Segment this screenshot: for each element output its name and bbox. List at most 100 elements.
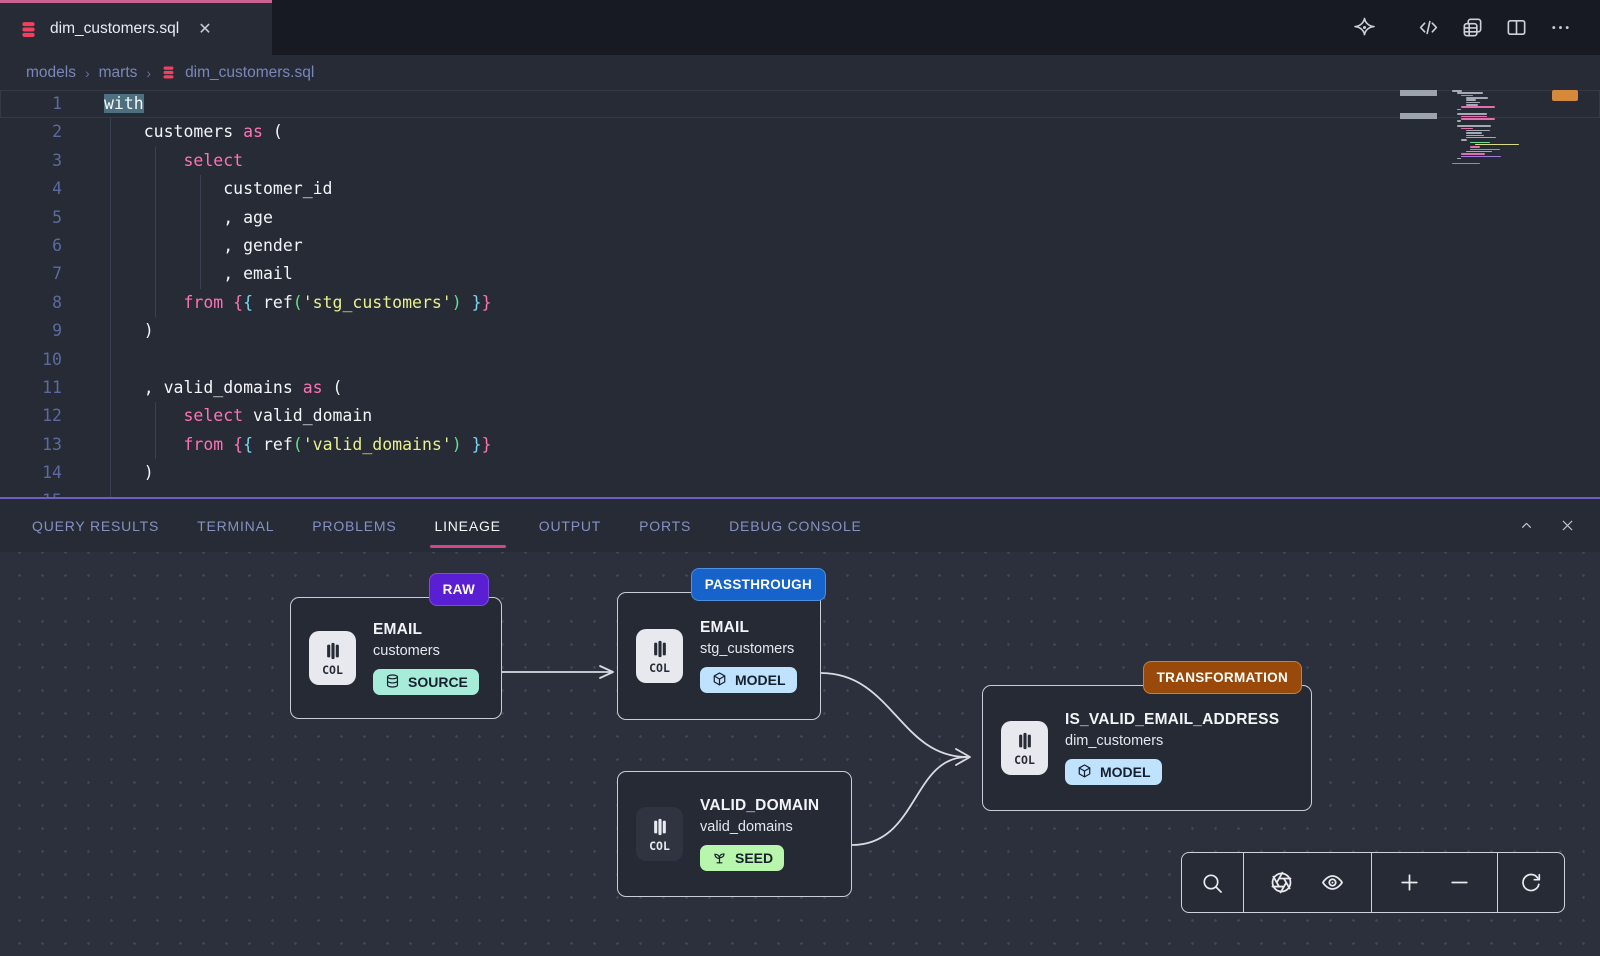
panel-actions — [1518, 517, 1576, 534]
line-number: 2 — [0, 118, 62, 146]
tab-dim-customers-sql[interactable]: dim_customers.sql ✕ — [0, 0, 272, 55]
col-label: COL — [1014, 753, 1035, 767]
code-text: , gender — [62, 232, 303, 260]
line-number: 6 — [0, 232, 62, 260]
line-number: 9 — [0, 317, 62, 345]
lineage-node-customers[interactable]: RAWCOLEMAILcustomersSOURCE — [290, 597, 502, 719]
node-body: VALID_DOMAIN valid_domains SEED — [700, 797, 819, 871]
editor-actions — [1353, 0, 1600, 55]
line-number: 15 — [0, 487, 62, 497]
code-text: customers as ( — [62, 118, 283, 146]
editor-tab-bar: dim_customers.sql ✕ — [0, 0, 1600, 55]
code-line: 10 — [0, 346, 1600, 374]
code-text: , email — [62, 260, 293, 288]
line-number: 8 — [0, 289, 62, 317]
line-number: 12 — [0, 402, 62, 430]
code-line: 13 from {{ ref('valid_domains') }} — [0, 431, 1600, 459]
columns-icon — [322, 640, 344, 662]
minimap[interactable] — [1448, 90, 1552, 174]
node-body: IS_VALID_EMAIL_ADDRESSdim_customersMODEL — [1065, 711, 1279, 785]
code-line: 11 , valid_domains as ( — [0, 374, 1600, 402]
dbt-logo-icon[interactable] — [1353, 16, 1376, 39]
split-editor-icon[interactable] — [1505, 16, 1528, 39]
table-name: dim_customers — [1065, 733, 1279, 749]
aperture-icon[interactable] — [1269, 870, 1294, 895]
panel-tab-terminal[interactable]: TERMINAL — [197, 499, 274, 552]
line-number: 4 — [0, 175, 62, 203]
line-number: 1 — [0, 90, 62, 118]
code-line: 6 , gender — [0, 232, 1600, 260]
code-text: , age — [62, 204, 273, 232]
code-icon[interactable] — [1417, 16, 1440, 39]
breadcrumb-label: marts — [99, 64, 138, 82]
preview-table-icon[interactable] — [1461, 16, 1484, 39]
panel-tab-output[interactable]: OUTPUT — [539, 499, 601, 552]
chevron-up-icon[interactable] — [1518, 517, 1535, 534]
edge-seed-to-dim — [852, 757, 967, 845]
columns-icon — [649, 638, 671, 660]
materialization-badge-seed[interactable]: SEED — [700, 845, 784, 871]
code-text: select — [62, 147, 243, 175]
database-icon — [160, 64, 177, 81]
edge-arrowhead — [600, 666, 613, 678]
search-icon[interactable] — [1200, 871, 1224, 895]
column-name: VALID_DOMAIN — [700, 797, 819, 815]
lineage-node-stg_customers[interactable]: PASSTHROUGHCOLEMAILstg_customersMODEL — [617, 592, 821, 720]
col-label: COL — [649, 839, 670, 853]
overview-ruler-mark — [1400, 113, 1437, 119]
line-number: 14 — [0, 459, 62, 487]
close-icon[interactable] — [1559, 517, 1576, 534]
panel-tab-query-results[interactable]: QUERY RESULTS — [32, 499, 159, 552]
tab-label: dim_customers.sql — [50, 20, 179, 38]
column-type-icon: COL — [309, 631, 356, 685]
column-name: EMAIL — [700, 619, 797, 637]
line-number: 7 — [0, 260, 62, 288]
line-number: 10 — [0, 346, 62, 374]
lineage-node-valid_domains[interactable]: COL VALID_DOMAIN valid_domains SEED — [617, 771, 852, 897]
materialization-badge-source[interactable]: SOURCE — [373, 669, 479, 695]
code-text: ) — [62, 459, 154, 487]
code-line: 9 ) — [0, 317, 1600, 345]
cube-icon — [711, 671, 728, 688]
code-line: 4 customer_id — [0, 175, 1600, 203]
database-icon — [18, 19, 39, 40]
col-label: COL — [649, 661, 670, 675]
node-body: EMAILcustomersSOURCE — [373, 621, 479, 695]
breadcrumb-item-marts[interactable]: marts — [99, 64, 138, 82]
cube-icon — [1076, 763, 1093, 780]
panel-tab-problems[interactable]: PROBLEMS — [312, 499, 396, 552]
node-tag-raw: RAW — [429, 573, 489, 606]
materialization-label: MODEL — [735, 672, 786, 688]
code-editor[interactable]: 1with2 customers as (3 select4 customer_… — [0, 90, 1600, 497]
panel-tab-debug-console[interactable]: DEBUG CONSOLE — [729, 499, 862, 552]
materialization-badge-model[interactable]: MODEL — [1065, 759, 1162, 785]
database-icon — [384, 673, 401, 690]
table-name: customers — [373, 643, 479, 659]
line-number: 3 — [0, 147, 62, 175]
node-tag-passthrough: PASSTHROUGH — [691, 568, 826, 601]
code-line: 2 customers as ( — [0, 118, 1600, 146]
panel-tab-lineage[interactable]: LINEAGE — [435, 499, 501, 552]
toolbar-group — [1372, 853, 1498, 912]
table-name: valid_domains — [700, 819, 819, 835]
more-actions-icon[interactable] — [1549, 16, 1572, 39]
code-line: 7 , email — [0, 260, 1600, 288]
breadcrumb-item-models[interactable]: models — [26, 64, 76, 82]
zoom-out-icon[interactable] — [1447, 870, 1472, 895]
refresh-icon[interactable] — [1519, 871, 1543, 895]
zoom-in-icon[interactable] — [1397, 870, 1422, 895]
line-number: 5 — [0, 204, 62, 232]
materialization-badge-model[interactable]: MODEL — [700, 667, 797, 693]
lineage-node-dim_customers[interactable]: TRANSFORMATIONCOLIS_VALID_EMAIL_ADDRESSd… — [982, 685, 1312, 811]
lineage-canvas[interactable]: RAW COL EMAIL customers SOURCE PASSTHROUGH COL… — [0, 552, 1600, 956]
toolbar-group — [1498, 853, 1564, 912]
toolbar-group — [1244, 853, 1372, 912]
eye-icon[interactable] — [1320, 870, 1345, 895]
close-icon[interactable]: ✕ — [198, 19, 211, 39]
edge-stg-to-dim — [821, 673, 967, 757]
breadcrumb-item-dim-customers-sql[interactable]: dim_customers.sql — [160, 64, 314, 82]
code-text: , valid_domains as ( — [62, 374, 342, 402]
code-text: with — [62, 90, 144, 118]
table-name: stg_customers — [700, 641, 797, 657]
panel-tab-ports[interactable]: PORTS — [639, 499, 691, 552]
